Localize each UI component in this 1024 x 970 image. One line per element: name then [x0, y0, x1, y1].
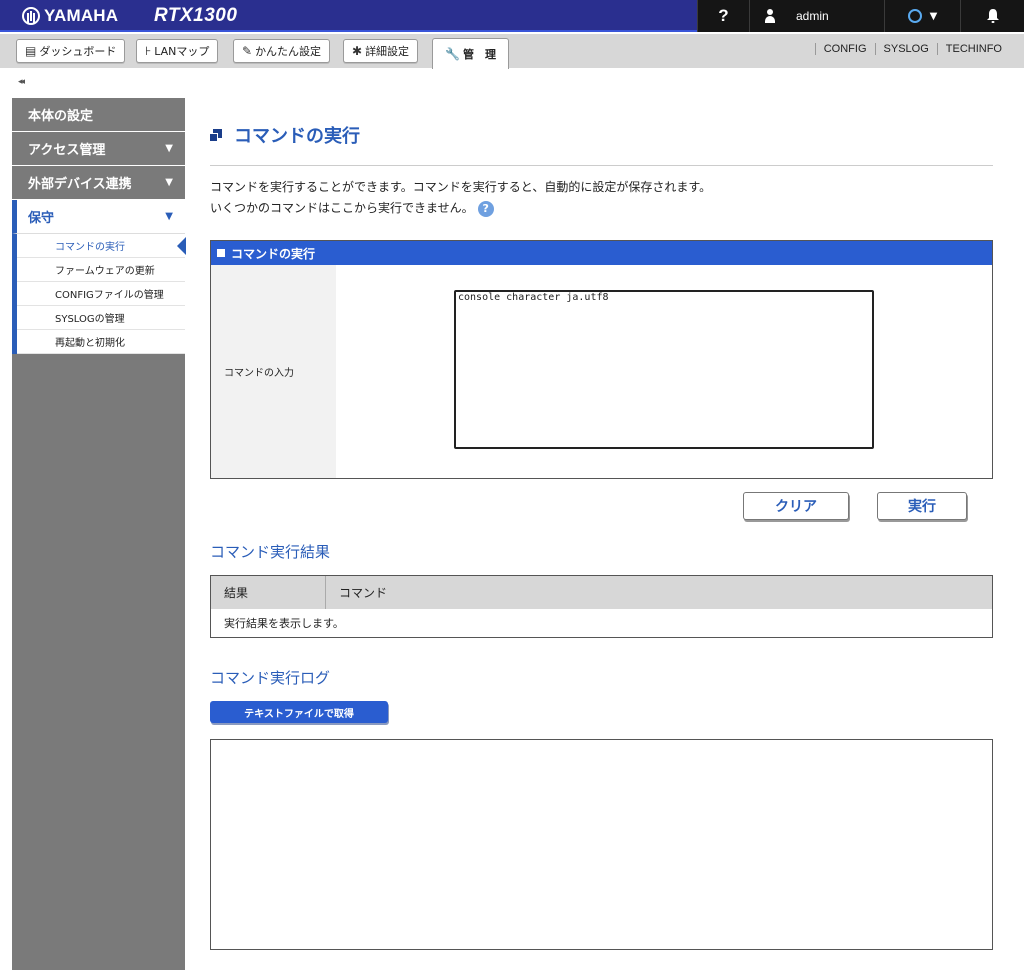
page-title: コマンドの実行 [210, 122, 360, 148]
tab-label: ダッシュボード [39, 45, 117, 58]
bell-icon [986, 9, 999, 23]
page-title-icon [210, 129, 222, 141]
ring-status-icon [907, 9, 922, 23]
tab-easy-setup[interactable]: ✎ かんたん設定 [233, 39, 331, 63]
status-menu[interactable]: ▼ [884, 0, 960, 32]
result-placeholder: 実行結果を表示します。 [224, 617, 344, 630]
syslog-link[interactable]: SYSLOG [874, 43, 937, 55]
sidebar-item-label: 保守 [28, 211, 55, 226]
dashboard-icon: ▤ [25, 44, 37, 58]
wizard-icon: ✎ [242, 44, 253, 58]
maintenance-submenu: コマンドの実行 ファームウェアの更新 CONFIGファイルの管理 SYSLOGの… [12, 234, 186, 354]
column-header-result: 結果 [211, 576, 326, 609]
lan-map-icon: ⊦ [145, 44, 152, 58]
sidebar-item-label: アクセス管理 [28, 143, 106, 158]
description-line: コマンドを実行することができます。コマンドを実行すると、自動的に設定が保存されま… [210, 180, 712, 194]
command-panel-header: コマンドの実行 [211, 241, 992, 265]
execute-button[interactable]: 実行 [877, 492, 967, 520]
sidebar-subitem-restart-init[interactable]: 再起動と初期化 [17, 330, 185, 354]
tab-label: LANマップ [154, 45, 210, 58]
tab-dashboard[interactable]: ▤ ダッシュボード [16, 39, 126, 63]
log-section-title: コマンド実行ログ [210, 669, 331, 687]
tuning-fork-emblem-icon [22, 7, 40, 25]
utility-links: CONFIG SYSLOG TECHINFO [814, 43, 1010, 55]
chevron-down-icon: ▼ [165, 211, 173, 222]
clear-button[interactable]: クリア [743, 492, 849, 520]
top-header: YAMAHA RTX1300 ? admin ▼ [0, 0, 1024, 32]
command-input-label: コマンドの入力 [211, 265, 336, 478]
sidebar-subitem-config-file[interactable]: CONFIGファイルの管理 [17, 282, 185, 306]
gear-icon: ✱ [352, 44, 363, 58]
tab-label: 管 理 [462, 48, 496, 61]
command-panel: コマンドの実行 コマンドの入力 console character ja.utf… [210, 240, 993, 479]
user-name: admin [796, 9, 829, 23]
command-log-area[interactable] [210, 739, 993, 950]
model-name: RTX1300 [154, 5, 238, 26]
techinfo-link[interactable]: TECHINFO [936, 43, 1010, 55]
user-icon [764, 9, 776, 23]
result-table-header: 結果 コマンド [211, 576, 992, 609]
tab-label: かんたん設定 [255, 45, 322, 58]
sidebar-item-label: 外部デバイス連携 [28, 177, 132, 192]
sidebar-item-access-management[interactable]: アクセス管理 ▼ [12, 132, 185, 166]
sidebar-item-maintenance[interactable]: 保守 ▼ [12, 200, 185, 234]
config-link[interactable]: CONFIG [814, 43, 875, 55]
sidebar-subitem-syslog[interactable]: SYSLOGの管理 [17, 306, 185, 330]
collapse-sidebar-icon[interactable]: ◂◂ [18, 77, 25, 87]
tab-label: 詳細設定 [365, 45, 410, 58]
tab-lan-map[interactable]: ⊦ LANマップ [136, 39, 219, 63]
result-section-title: コマンド実行結果 [210, 543, 331, 561]
command-input-cell: console character ja.utf8 [336, 265, 992, 478]
page-description: コマンドを実行することができます。コマンドを実行すると、自動的に設定が保存されま… [210, 177, 711, 219]
sidebar: 本体の設定 アクセス管理 ▼ 外部デバイス連携 ▼ 保守 ▼ コマンドの実行 フ… [12, 98, 186, 970]
header-tools: ? admin ▼ [697, 0, 1024, 32]
notification-button[interactable] [960, 0, 1024, 32]
chevron-down-icon: ▼ [165, 143, 173, 154]
user-menu[interactable]: admin [749, 0, 884, 32]
yamaha-logo: YAMAHA [22, 6, 118, 26]
command-panel-title: コマンドの実行 [231, 246, 316, 261]
brand-name: YAMAHA [44, 6, 119, 25]
description-line: いくつかのコマンドはここから実行できません。 [210, 201, 474, 215]
square-bullet-icon [217, 249, 225, 257]
tab-management[interactable]: 🔧 管 理 [432, 38, 509, 69]
command-input[interactable]: console character ja.utf8 [454, 290, 874, 449]
chevron-down-icon: ▼ [929, 10, 938, 22]
download-log-button[interactable]: テキストファイルで取得 [210, 701, 388, 723]
wrench-icon: 🔧 [445, 47, 460, 61]
column-header-command: コマンド [339, 586, 388, 600]
sidebar-item-external-devices[interactable]: 外部デバイス連携 ▼ [12, 166, 185, 200]
sidebar-subitem-command-execution[interactable]: コマンドの実行 [17, 234, 186, 258]
help-button[interactable]: ? [697, 0, 749, 32]
chevron-down-icon: ▼ [165, 177, 173, 188]
main-tabs: ▤ ダッシュボード ⊦ LANマップ ✎ かんたん設定 ✱ 詳細設定 🔧 管 理… [0, 34, 1024, 69]
divider [210, 165, 993, 166]
command-input-row: コマンドの入力 console character ja.utf8 [211, 265, 992, 478]
sidebar-item-device-settings[interactable]: 本体の設定 [12, 98, 185, 132]
tab-advanced-settings[interactable]: ✱ 詳細設定 [343, 39, 419, 63]
sidebar-subitem-firmware-update[interactable]: ファームウェアの更新 [17, 258, 185, 282]
result-table: 結果 コマンド 実行結果を表示します。 [210, 575, 993, 638]
sidebar-item-label: 本体の設定 [28, 109, 94, 124]
page-title-text: コマンドの実行 [234, 126, 360, 147]
help-icon[interactable]: ? [477, 200, 494, 217]
